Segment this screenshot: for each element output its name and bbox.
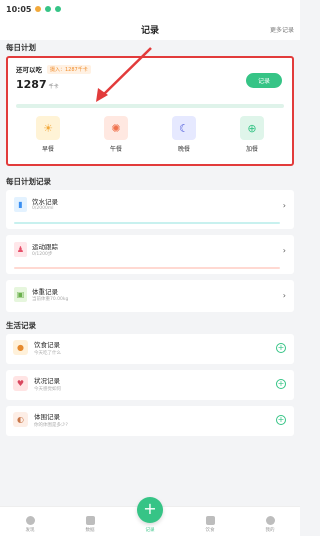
row-subtitle: 当前体重70.00kg [32,297,69,302]
sunrise-icon: ☀ [36,116,60,140]
diet-icon [205,516,215,525]
weight-record-row[interactable]: ▣ 体重记录 当前体重70.00kg › [6,280,294,312]
weight-scale-icon: ▣ [14,287,27,302]
chevron-right-icon: › [282,201,286,210]
exercise-icon: ♟ [14,242,27,257]
status-icon: ♥ [13,376,28,391]
plan-records-title: 每日计划记录 [6,177,51,186]
notification-icon [55,6,62,12]
status-record-row[interactable]: ♥ 状况记录 今天感觉如何 + [6,370,294,400]
tab-profile[interactable]: 我的 [250,516,290,533]
exercise-record-row[interactable]: ♟ 运动跟踪 0/1200步 › [6,235,294,274]
record-button[interactable]: 记录 [246,73,282,88]
row-title: 饮食记录 [34,341,60,349]
status-time: 10:05 [6,4,32,14]
water-record-row[interactable]: ▮ 饮水记录 0/2000ml › [6,190,294,229]
moon-icon: ☾ [172,116,196,140]
row-title: 体重记录 [32,288,58,296]
chevron-right-icon: › [282,291,286,300]
row-subtitle: 你的体围是多少? [34,423,68,428]
diet-record-row[interactable]: ● 饮食记录 今天吃了什么 + [6,334,294,364]
row-title: 运动跟踪 [32,243,58,251]
kcal-unit: 千卡 [48,84,59,90]
remaining-kcal: 1287 [16,78,47,91]
meal-label: 早餐 [41,146,54,153]
row-subtitle: 今天感觉如何 [34,387,61,392]
tab-label: 发现 [25,528,35,533]
notification-icon [45,6,52,12]
tab-data[interactable]: 数据 [70,516,110,533]
chevron-right-icon: › [282,246,286,255]
compass-icon [25,516,35,525]
add-diet-button[interactable]: + [276,343,286,353]
row-title: 饮水记录 [32,198,58,206]
plus-circle-icon: ⊕ [240,116,264,140]
meal-breakfast[interactable]: ☀ 早餐 [28,116,68,153]
meal-label: 晚餐 [177,146,190,153]
tab-label: 我的 [265,528,275,533]
meal-dinner[interactable]: ☾ 晚餐 [164,116,204,153]
row-subtitle: 0/1200步 [32,252,53,257]
row-title: 体围记录 [34,413,60,421]
body-measure-record-row[interactable]: ◐ 体围记录 你的体围是多少? + [6,406,294,436]
daily-plan-card: 还可以吃 摄入：1287千卡 1287 千卡 记录 ☀ 早餐 ✺ 午餐 ☾ 晚餐… [6,56,294,166]
tab-diet[interactable]: 饮食 [190,516,230,533]
intake-badge: 摄入：1287千卡 [47,64,91,74]
notification-icon [35,6,42,12]
row-subtitle: 0/2000ml [32,206,54,211]
exercise-progress-bar [14,267,280,269]
tab-label: 记录 [145,528,155,533]
water-progress-bar [14,222,280,224]
more-records-link[interactable]: 更多记录 [270,25,294,34]
body-measure-icon: ◐ [13,412,28,427]
tab-label: 饮食 [205,528,215,533]
food-icon: ● [13,340,28,355]
daily-plan-title: 每日计划 [6,43,36,52]
meal-label: 午餐 [109,146,122,153]
remaining-label: 还可以吃 [16,66,42,74]
status-bar: 10:05 [0,0,300,18]
add-record-fab[interactable]: + [137,497,163,523]
add-body-measure-button[interactable]: + [276,415,286,425]
tab-label: 数据 [85,528,95,533]
life-records-title: 生活记录 [6,321,36,330]
meal-label: 加餐 [245,146,258,153]
chart-icon [85,516,95,525]
row-subtitle: 今天吃了什么 [34,351,61,356]
sun-icon: ✺ [104,116,128,140]
page-title: 记录 [140,25,159,36]
calorie-progress-bar [16,104,284,108]
tab-discover[interactable]: 发现 [10,516,50,533]
add-status-button[interactable]: + [276,379,286,389]
profile-icon [265,516,275,525]
top-nav: 记录 更多记录 [0,18,300,40]
water-cup-icon: ▮ [14,197,27,212]
meal-lunch[interactable]: ✺ 午餐 [96,116,136,153]
row-title: 状况记录 [34,377,60,385]
meal-snack[interactable]: ⊕ 加餐 [232,116,272,153]
